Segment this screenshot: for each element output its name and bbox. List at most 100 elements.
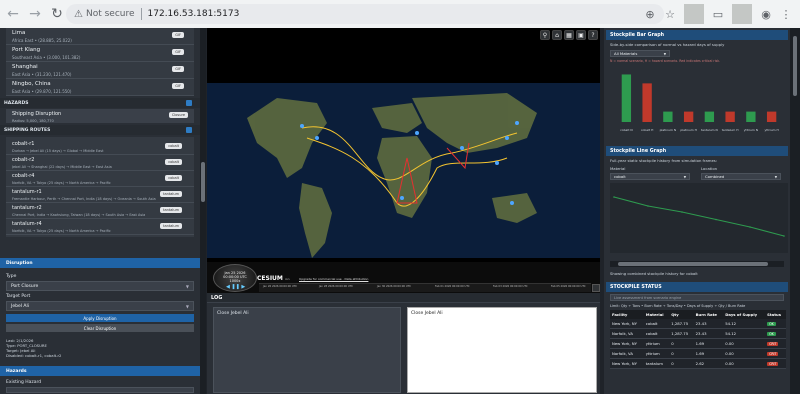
log-panel: LOG Close Jebel Ali Close Jebel Ali xyxy=(207,293,600,394)
port-badge[interactable]: GIF xyxy=(172,32,184,38)
route-badge[interactable]: cobalt xyxy=(165,143,182,149)
list-item[interactable]: cobalt-r2 Jebel Ali → Shanghai (22 days)… xyxy=(6,155,194,171)
list-item[interactable]: Ningbo, China East Asia • (29.870, 121.5… xyxy=(6,79,194,96)
collapse-icon[interactable] xyxy=(186,127,192,133)
route-badge[interactable]: cobalt xyxy=(165,159,182,165)
hazards-header[interactable]: HAZARDS xyxy=(0,98,200,108)
bar xyxy=(704,111,715,122)
route-badge[interactable]: tantalum xyxy=(160,223,182,229)
table-row[interactable]: New York, NY cobalt 1,287.75 23.43 54.12 OK xyxy=(610,319,786,329)
existing-hazard-select[interactable] xyxy=(6,387,194,393)
bar-label: platinum H xyxy=(680,128,697,132)
tab-search-icon[interactable]: ▭ xyxy=(708,4,728,24)
route-badge[interactable]: tantalum xyxy=(160,207,182,213)
credit-link[interactable]: Upgrade for commercial use · Data attrib… xyxy=(299,277,368,281)
bar-label: cobalt N xyxy=(620,128,632,132)
port-badge[interactable]: GIF xyxy=(172,83,184,89)
left-scrollbar[interactable] xyxy=(200,28,206,394)
status-badge: OK xyxy=(765,319,786,329)
bar-graph-title: Stockpile Bar Graph xyxy=(606,30,788,40)
list-item[interactable]: Shanghai East Asia • (31.230, 121.470) G… xyxy=(6,62,194,79)
type-label: Type xyxy=(6,274,17,279)
type-select[interactable]: Port Closure ▼ xyxy=(6,281,194,291)
list-item[interactable]: tantalum-r1 Fremantle Harbour, Perth → C… xyxy=(6,187,194,203)
zoom-icon[interactable]: ⊕ xyxy=(640,4,660,24)
forward-icon[interactable]: → xyxy=(26,5,44,23)
clear-disruption-button[interactable]: Clear Disruption xyxy=(6,324,194,332)
line-graph-caption: Showing combined stockpile history for c… xyxy=(610,271,698,276)
search-icon[interactable]: ⚲ xyxy=(540,30,550,40)
home-icon[interactable]: ⌂ xyxy=(552,30,562,40)
table-row[interactable]: New York, NY yttrium 0 1.69 0.00 CRIT xyxy=(610,338,786,349)
target-select[interactable]: Jebel Ali ▼ xyxy=(6,301,194,311)
collapse-icon[interactable] xyxy=(186,100,192,106)
disruption-header: Disruption xyxy=(0,258,200,268)
hazard-badge[interactable]: Closure xyxy=(168,112,188,118)
data-point xyxy=(749,226,751,228)
location-select[interactable]: Combined ▼ xyxy=(701,173,781,180)
route-badge[interactable]: tantalum xyxy=(160,191,182,197)
material-select[interactable]: All Materials ▼ xyxy=(610,50,670,57)
list-item[interactable]: Lima Africa East • (28.885, 25.022) GIF xyxy=(6,28,194,45)
table-row[interactable]: New York, NY tantalum 0 2.62 0.00 CRIT xyxy=(610,358,786,369)
chart-scrollbar[interactable] xyxy=(610,261,784,267)
cesium-logo: CESIUM ion xyxy=(257,275,290,282)
fullscreen-button[interactable] xyxy=(592,284,600,292)
timeline-track[interactable]: Jan 26 2026 00:00:00 UTC Jan 28 2026 00:… xyxy=(259,283,591,292)
table-cell: 0.00 xyxy=(723,348,766,359)
apply-disruption-button[interactable]: Apply Disruption xyxy=(6,314,194,322)
bar-label: tantalum H xyxy=(722,128,739,132)
stockpile-status-card: STOCKPILE STATUS Live assessment from sc… xyxy=(606,282,788,369)
bar xyxy=(663,111,673,122)
play-pause-icon[interactable]: ◀ ❚❚ ▶ xyxy=(226,284,245,290)
series-line xyxy=(613,196,785,237)
list-item[interactable]: tantalum-r4 Norfolk, VA → Tokyo (25 days… xyxy=(6,219,194,235)
bookmark-star-icon[interactable]: ☆ xyxy=(660,4,680,24)
reload-icon[interactable]: ↻ xyxy=(48,5,66,23)
right-scrollbar[interactable] xyxy=(790,28,800,394)
list-item[interactable]: cobalt-r4 Norfolk, VA → Tokyo (25 days) … xyxy=(6,171,194,187)
table-row[interactable]: Norfolk, VA yttrium 0 1.69 0.00 CRIT xyxy=(610,348,786,359)
route-badge[interactable]: cobalt xyxy=(165,175,182,181)
routes-header[interactable]: SHIPPING ROUTES xyxy=(0,125,200,135)
list-item[interactable]: tantalum-r2 Chennai Port, India → Kaohsi… xyxy=(6,203,194,219)
animation-clock[interactable]: Jan 25 2026 00:00:00 UTC 1000x ◀ ❚❚ ▶ xyxy=(213,264,257,292)
list-item[interactable]: Port Klang Southeast Asia • (3.000, 101.… xyxy=(6,45,194,62)
data-point xyxy=(681,211,683,213)
projection-icon[interactable]: ▦ xyxy=(564,30,574,40)
table-cell: 1.69 xyxy=(693,338,724,349)
address-bar[interactable]: ⚠ Not secure 172.16.53.181:5173 xyxy=(66,4,664,24)
line-material-select[interactable]: cobalt ▼ xyxy=(610,173,690,180)
bar-graph-note: N = normal scenario, H = hazard scenario… xyxy=(610,59,721,63)
menu-icon[interactable]: ⋮ xyxy=(776,4,796,24)
status-search-input[interactable]: Live assessment from scenario engine xyxy=(610,294,784,301)
list-item[interactable]: cobalt-r1 Durban → Jebel Ali (15 days) →… xyxy=(6,139,194,155)
table-cell: 1.69 xyxy=(693,348,724,359)
table-cell: 2.62 xyxy=(693,358,724,369)
list-item[interactable]: Shipping Disruption Radius: 5,000, 180,7… xyxy=(6,109,194,123)
table-cell: 1,287.75 xyxy=(669,319,694,329)
table-row[interactable]: Norfolk, VA cobalt 1,287.75 23.43 54.12 OK xyxy=(610,328,786,339)
globe-view[interactable]: ⚲ ⌂ ▦ ▣ ? xyxy=(207,28,600,293)
globe-toolbar: ⚲ ⌂ ▦ ▣ ? xyxy=(538,30,598,40)
location-label: Location xyxy=(701,166,718,171)
url-text: 172.16.53.181:5173 xyxy=(147,9,240,19)
timeline-tick: Feb 01 2026 00:00:00 UTC xyxy=(435,285,470,288)
layers-icon[interactable]: ▣ xyxy=(576,30,586,40)
port-badge[interactable]: GIF xyxy=(172,66,184,72)
log-console[interactable]: Close Jebel Ali xyxy=(213,307,401,393)
table-cell: New York, NY xyxy=(610,358,644,369)
browser-toolbar: ← → ↻ ⚠ Not secure 172.16.53.181:5173 ⊕ … xyxy=(0,0,800,28)
log-textarea[interactable]: Close Jebel Ali xyxy=(407,307,597,393)
port-list: Lima Africa East • (28.885, 25.022) GIF … xyxy=(6,28,194,96)
column-header: Material xyxy=(643,310,670,319)
column-header: Status xyxy=(765,310,786,319)
warning-icon: ⚠ xyxy=(74,8,83,20)
profile-icon[interactable]: ◉ xyxy=(756,4,776,24)
port-badge[interactable]: GIF xyxy=(172,49,184,55)
table-cell: 0 xyxy=(669,338,694,349)
help-icon[interactable]: ? xyxy=(588,30,598,40)
column-header: Qty xyxy=(669,310,694,319)
back-icon[interactable]: ← xyxy=(4,5,22,23)
bar-graph-card: Stockpile Bar Graph Side-by-side compari… xyxy=(606,30,788,142)
